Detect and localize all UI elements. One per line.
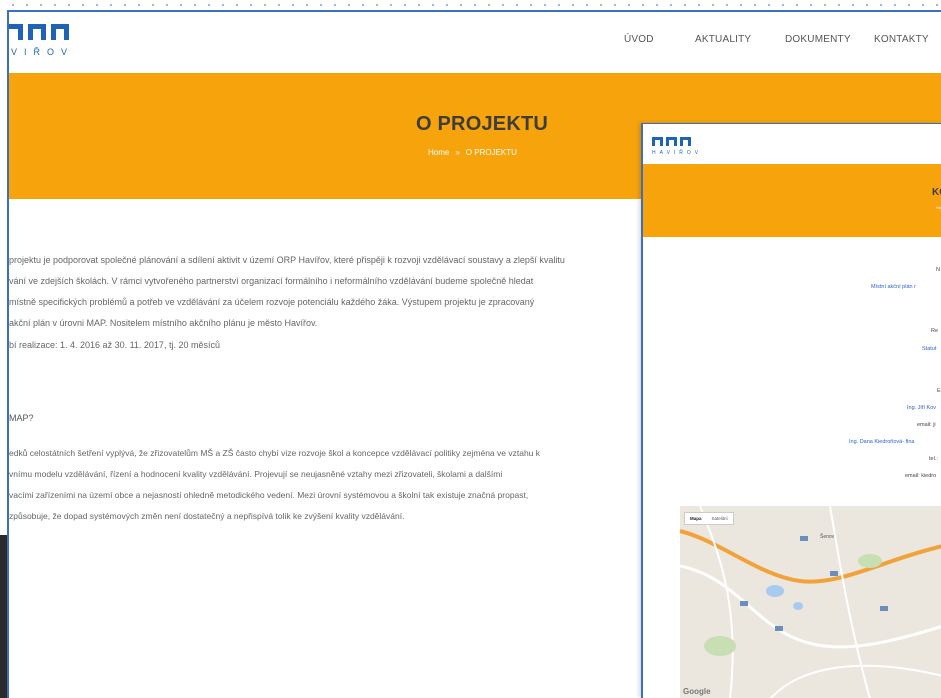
breadcrumb: Home » O PROJEKTU [428,148,517,157]
nav-dokumenty[interactable]: DOKUMENTY [785,34,851,45]
page-title: O PROJEKTU [416,113,549,135]
text-line: vacími zařízeními na území obce a nejasn… [9,490,529,500]
contact-line: email: ji [917,422,936,428]
map-tab-mapa[interactable]: Mapa [685,513,707,524]
site-logo[interactable]: VIŘOV [9,24,74,57]
map-tab-satelitni[interactable]: Satelitní [707,513,733,524]
overlay-window-contacts[interactable]: HAVÍŘOV KC Ho N Místní akční plán r Re S… [641,123,941,698]
contact-line: tel.: [929,456,938,462]
text-line: vnímu modelu vzdělávání, řízení a hodnoc… [9,469,503,479]
contact-line: email: kiedro [905,473,937,479]
text-line: projektu je podporovat společné plánován… [9,255,565,265]
contact-line: N [936,267,940,273]
contact-link[interactable]: Ing. Dana Kiedroňová- fina [849,439,914,445]
nav-kontakty[interactable]: KONTAKTY [874,34,929,45]
text-line: způsobuje, že dopad systémových změn nen… [9,511,405,521]
contact-line: Re [931,328,939,334]
breadcrumb-current: O PROJEKTU [465,148,517,157]
top-dotted-border [0,0,941,10]
logo-blocks-icon [652,137,702,146]
google-logo: Google [683,687,711,696]
project-dates: bí realizace: 1. 4. 2016 až 30. 11. 2017… [9,340,220,350]
text-line: místně specifických problémů a potřeb ve… [9,297,535,307]
logo-text: VIŘOV [11,47,75,57]
article-paragraph-2: edků celostátních šetření vyplývá, že zř… [9,443,639,527]
text-line: edků celostátních šetření vyplývá, že zř… [9,448,541,458]
article-paragraph-1: projektu je podporovat společné plánován… [9,250,639,334]
breadcrumb-home-link[interactable]: Home [428,148,449,157]
nav-uvod[interactable]: ÚVOD [624,34,654,45]
nav-aktuality[interactable]: AKTUALITY [695,34,751,45]
contact-link[interactable]: Ing. Jiří Kov [907,405,936,411]
map-type-tabs: Mapa Satelitní [684,512,734,525]
text-line: akční plán v úrovni MAP. Nositelem místn… [9,318,318,328]
section-heading: MAP? [9,413,34,423]
contact-link[interactable]: Místní akční plán r [871,284,916,290]
contact-link[interactable]: Statut [922,346,936,352]
text-line: vání ve zdejších školách. V rámci vytvoř… [9,276,534,286]
contact-line: E [937,388,941,394]
overlay-title: KC [932,187,941,198]
overlay-logo-text: HAVÍŘOV [652,150,703,156]
map-graphic [680,506,941,698]
logo-blocks-icon [9,24,74,40]
overlay-breadcrumb[interactable]: Ho [936,205,941,210]
breadcrumb-separator: » [455,148,460,157]
map-label: Šenov [820,534,835,540]
overlay-logo[interactable]: HAVÍŘOV [652,137,702,156]
embedded-map[interactable]: Mapa Satelitní Šenov Google [680,506,941,698]
overlay-banner: KC Ho [643,164,941,237]
background-window-edge [0,535,7,698]
